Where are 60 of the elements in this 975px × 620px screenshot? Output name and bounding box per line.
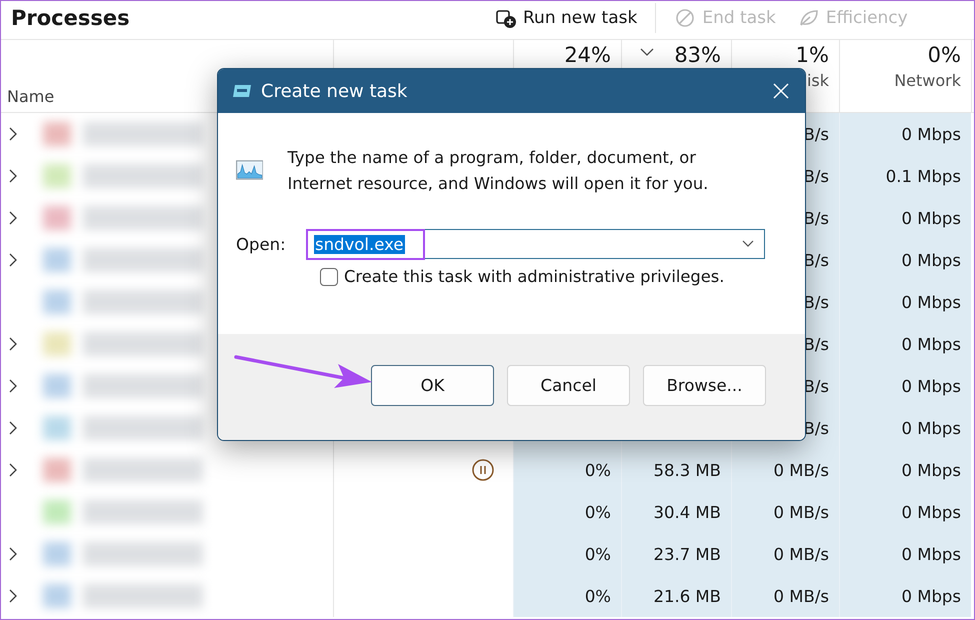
dialog-title: Create new task: [261, 80, 408, 102]
table-cell: 58.3 MB: [621, 449, 731, 491]
table-cell: 0 Mbps: [839, 239, 971, 281]
expand-chevron-icon[interactable]: [9, 421, 18, 435]
expand-chevron-icon[interactable]: [9, 379, 18, 393]
table-cell: 0%: [513, 575, 621, 617]
table-cell: 0 MB/s: [731, 449, 839, 491]
toolbar-button[interactable]: Run new task: [491, 8, 642, 28]
cancel-icon: [674, 8, 696, 28]
column-header[interactable]: isk: [806, 71, 829, 90]
column-header[interactable]: Name: [7, 87, 54, 106]
dialog-button[interactable]: Browse...: [643, 364, 766, 406]
checkbox-label: Create this task with administrative privileges.: [344, 267, 724, 286]
table-cell: 0 Mbps: [839, 323, 971, 365]
table-cell: 30.4 MB: [621, 491, 731, 533]
expand-chevron-icon[interactable]: [9, 589, 18, 603]
dialog-button[interactable]: OK: [371, 364, 494, 406]
column-usage: 24%: [564, 43, 611, 67]
expand-chevron-icon[interactable]: [9, 127, 18, 141]
page-title: Processes: [11, 6, 131, 30]
expand-chevron-icon[interactable]: [9, 547, 18, 561]
pause-icon: [471, 458, 495, 482]
column-header[interactable]: Network: [894, 71, 961, 90]
column-usage: 0%: [928, 43, 961, 67]
dialog-button[interactable]: Cancel: [507, 364, 630, 406]
add-window-icon: [495, 8, 517, 28]
table-cell: 0 MB/s: [731, 575, 839, 617]
table-cell: 0 MB/s: [731, 533, 839, 575]
close-icon[interactable]: [773, 83, 789, 99]
table-cell: 0 Mbps: [839, 197, 971, 239]
table-cell: 0%: [513, 449, 621, 491]
leaf-icon: [798, 8, 820, 28]
table-cell: 0 Mbps: [839, 449, 971, 491]
column-usage: 1%: [796, 43, 829, 67]
expand-chevron-icon[interactable]: [9, 169, 18, 183]
column-usage: 83%: [674, 43, 721, 67]
dialog-message: Type the name of a program, folder, document, or Internet resource, and Windows will open it for you.: [287, 147, 710, 195]
table-cell: 0 Mbps: [839, 281, 971, 323]
table-cell: 0 MB/s: [731, 491, 839, 533]
open-combobox[interactable]: sndvol.exe: [307, 229, 765, 259]
open-label: Open:: [236, 234, 287, 254]
table-cell: 0.1 Mbps: [839, 155, 971, 197]
table-cell: 0%: [513, 533, 621, 575]
expand-chevron-icon[interactable]: [9, 463, 18, 477]
expand-chevron-icon[interactable]: [9, 211, 18, 225]
selected-text: sndvol.exe: [314, 234, 404, 254]
dropdown-caret-icon[interactable]: [742, 240, 754, 248]
checkbox[interactable]: [320, 268, 338, 286]
table-cell: 0 Mbps: [839, 365, 971, 407]
expand-chevron-icon[interactable]: [9, 253, 18, 267]
table-cell: 0%: [513, 491, 621, 533]
table-cell: 0 Mbps: [839, 575, 971, 617]
table-cell: 23.7 MB: [621, 533, 731, 575]
table-cell: 21.6 MB: [621, 575, 731, 617]
window-icon: [232, 84, 252, 98]
table-cell: 0 Mbps: [839, 113, 971, 155]
table-cell: 0 Mbps: [839, 407, 971, 449]
table-cell: 0 Mbps: [839, 533, 971, 575]
expand-chevron-icon[interactable]: [9, 337, 18, 351]
table-cell: 0 Mbps: [839, 491, 971, 533]
